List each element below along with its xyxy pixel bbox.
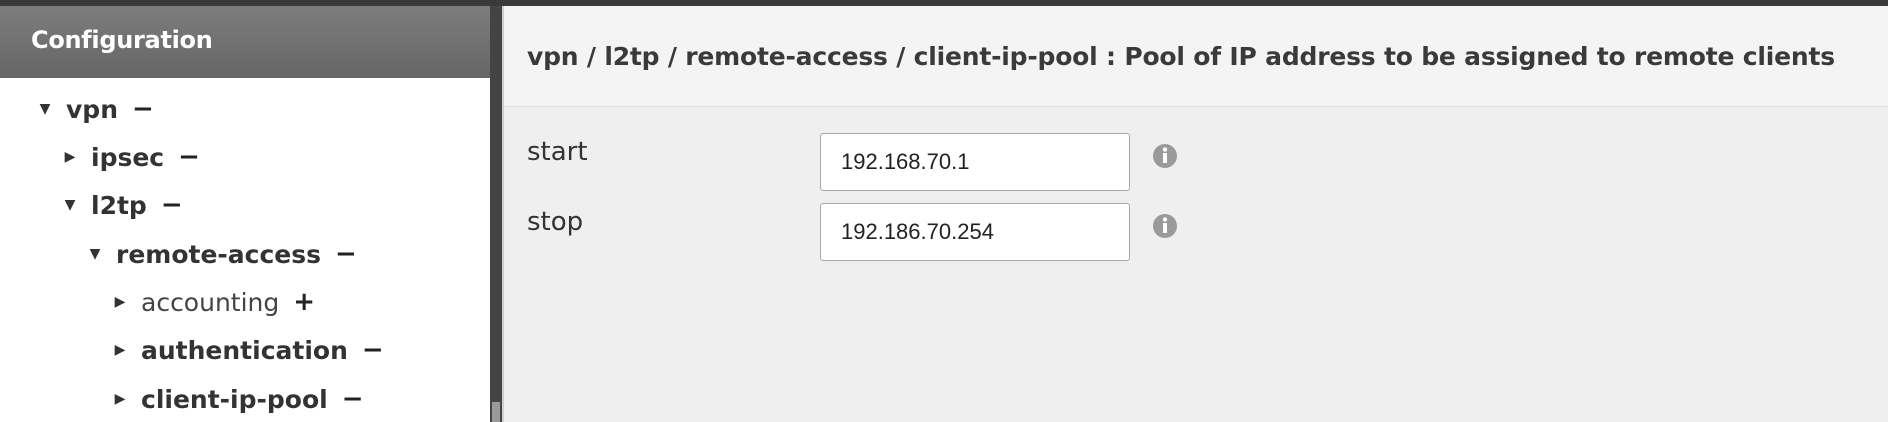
app-window: Configuration ▼ vpn − ▶ ipsec − ▼ l2tp −…	[0, 0, 1888, 422]
sidebar: Configuration ▼ vpn − ▶ ipsec − ▼ l2tp −…	[0, 6, 490, 422]
collapse-button[interactable]: −	[362, 335, 384, 365]
collapse-button[interactable]: −	[178, 142, 200, 172]
tree-item-label[interactable]: remote-access	[116, 240, 321, 269]
stop-input[interactable]	[820, 203, 1130, 261]
tree-item-remote-access[interactable]: ▼ remote-access −	[88, 239, 357, 269]
stop-label: stop	[527, 207, 584, 237]
tree-item-label[interactable]: authentication	[141, 336, 348, 365]
page-title: vpn / l2tp / remote-access / client-ip-p…	[527, 42, 1835, 71]
tree-item-label[interactable]: l2tp	[91, 191, 147, 220]
tree-item-accounting[interactable]: ▶ accounting +	[113, 287, 315, 317]
tree-item-l2tp[interactable]: ▼ l2tp −	[63, 190, 183, 220]
sidebar-scrollbar[interactable]	[490, 6, 502, 422]
tree-item-label[interactable]: ipsec	[91, 143, 164, 172]
caret-down-icon[interactable]: ▼	[63, 197, 77, 213]
field-row-start: start	[504, 133, 1888, 193]
sidebar-header: Configuration	[0, 6, 490, 78]
tree-item-label[interactable]: accounting	[141, 288, 279, 317]
caret-right-icon[interactable]: ▶	[113, 342, 127, 358]
tree-item-vpn[interactable]: ▼ vpn −	[38, 94, 154, 124]
caret-down-icon[interactable]: ▼	[88, 246, 102, 262]
tree-item-client-ip-pool[interactable]: ▶ client-ip-pool −	[113, 384, 364, 414]
field-row-stop: stop	[504, 203, 1888, 263]
main-header: vpn / l2tp / remote-access / client-ip-p…	[504, 6, 1888, 107]
caret-down-icon[interactable]: ▼	[38, 101, 52, 117]
start-input[interactable]	[820, 133, 1130, 191]
info-icon[interactable]	[1152, 143, 1178, 169]
tree-item-ipsec[interactable]: ▶ ipsec −	[63, 142, 200, 172]
main-panel: vpn / l2tp / remote-access / client-ip-p…	[504, 6, 1888, 422]
tree-item-authentication[interactable]: ▶ authentication −	[113, 335, 384, 365]
expand-button[interactable]: +	[293, 287, 315, 317]
collapse-button[interactable]: −	[335, 239, 357, 269]
info-icon[interactable]	[1152, 213, 1178, 239]
collapse-button[interactable]: −	[161, 190, 183, 220]
tree-item-label[interactable]: client-ip-pool	[141, 385, 328, 414]
caret-right-icon[interactable]: ▶	[113, 391, 127, 407]
collapse-button[interactable]: −	[342, 384, 364, 414]
tree-item-label[interactable]: vpn	[66, 95, 118, 124]
caret-right-icon[interactable]: ▶	[113, 294, 127, 310]
sidebar-title: Configuration	[31, 26, 213, 54]
collapse-button[interactable]: −	[132, 94, 154, 124]
scrollbar-thumb[interactable]	[492, 402, 500, 422]
start-label: start	[527, 137, 588, 167]
caret-right-icon[interactable]: ▶	[63, 149, 77, 165]
